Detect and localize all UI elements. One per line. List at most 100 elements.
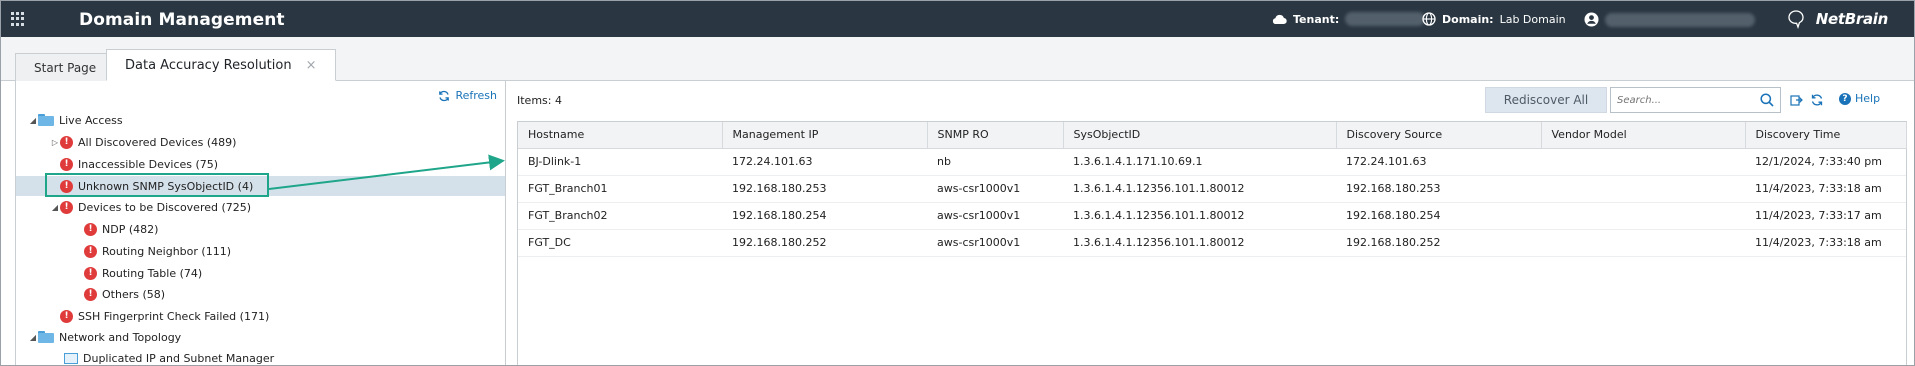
cell-sysobjectid: 1.3.6.1.4.1.171.10.69.1 bbox=[1063, 148, 1336, 176]
cell-vendor-model bbox=[1541, 175, 1745, 203]
column-header-sysobjectid[interactable]: SysObjectID bbox=[1063, 122, 1337, 149]
user-menu[interactable] bbox=[1584, 12, 1755, 27]
device-list-panel: Items: 4 Rediscover All ? Help Hostname … bbox=[507, 81, 1914, 365]
cell-snmp-ro: nb bbox=[927, 148, 1063, 176]
category-tree-panel: Refresh ◢ Live Access ▷ ! All Discovered… bbox=[15, 81, 506, 365]
cell-snmp-ro: aws-csr1000v1 bbox=[927, 202, 1063, 230]
rediscover-all-button[interactable]: Rediscover All bbox=[1485, 87, 1607, 113]
tree-item-network-and-topology[interactable]: ◢ Network and Topology bbox=[16, 327, 505, 347]
tree-item-label: Routing Table (74) bbox=[102, 266, 203, 280]
expanded-caret-icon[interactable]: ◢ bbox=[28, 116, 38, 125]
items-count: Items: 4 bbox=[517, 94, 562, 107]
assistant-icon[interactable] bbox=[1786, 9, 1806, 29]
table-row[interactable]: FGT_Branch01 192.168.180.253 aws-csr1000… bbox=[518, 175, 1906, 203]
tree-item-label: Devices to be Discovered (725) bbox=[78, 200, 252, 214]
cell-hostname: BJ-Dlink-1 bbox=[518, 148, 722, 176]
tree-item-others[interactable]: ! Others (58) bbox=[16, 284, 505, 304]
expanded-caret-icon[interactable]: ◢ bbox=[50, 203, 60, 212]
top-header: Domain Management Tenant: Domain: Lab Do… bbox=[1, 1, 1914, 37]
tab-label: Start Page bbox=[34, 60, 97, 75]
cell-sysobjectid: 1.3.6.1.4.1.12356.101.1.80012 bbox=[1063, 229, 1336, 257]
tree-item-ssh-fingerprint-check-failed[interactable]: ! SSH Fingerprint Check Failed (171) bbox=[16, 306, 505, 326]
help-link[interactable]: ? Help bbox=[1839, 92, 1880, 105]
export-icon[interactable] bbox=[1789, 93, 1803, 107]
tree-item-live-access[interactable]: ◢ Live Access bbox=[16, 110, 505, 130]
annotation-highlight-box bbox=[45, 173, 269, 197]
page-title: Domain Management bbox=[79, 10, 285, 30]
search-icon[interactable] bbox=[1760, 93, 1774, 107]
collapsed-caret-icon[interactable]: ▷ bbox=[50, 138, 60, 147]
domain-selector[interactable]: Domain: Lab Domain bbox=[1422, 12, 1566, 26]
error-icon: ! bbox=[60, 157, 73, 171]
cell-discovery-time: 11/4/2023, 7:33:17 am bbox=[1745, 202, 1906, 230]
error-icon: ! bbox=[84, 287, 97, 301]
tree-item-inaccessible-devices[interactable]: ! Inaccessible Devices (75) bbox=[16, 154, 505, 174]
column-header-discovery-time[interactable]: Discovery Time bbox=[1745, 122, 1907, 149]
column-header-vendor-model[interactable]: Vendor Model bbox=[1541, 122, 1746, 149]
search-input[interactable] bbox=[1617, 94, 1747, 106]
refresh-button[interactable]: Refresh bbox=[438, 89, 497, 102]
tree-item-duplicated-ip-and-subnet-manager[interactable]: Duplicated IP and Subnet Manager bbox=[16, 348, 505, 365]
tab-label: Data Accuracy Resolution bbox=[125, 57, 292, 73]
tree-item-routing-neighbor[interactable]: ! Routing Neighbor (111) bbox=[16, 241, 505, 261]
username-redacted bbox=[1605, 12, 1755, 27]
cell-management-ip: 172.24.101.63 bbox=[722, 148, 927, 176]
domain-label: Domain: bbox=[1442, 12, 1494, 26]
cell-sysobjectid: 1.3.6.1.4.1.12356.101.1.80012 bbox=[1063, 175, 1336, 203]
cell-management-ip: 192.168.180.254 bbox=[722, 202, 927, 230]
cell-vendor-model bbox=[1541, 148, 1745, 176]
cell-sysobjectid: 1.3.6.1.4.1.12356.101.1.80012 bbox=[1063, 202, 1336, 230]
help-icon: ? bbox=[1839, 92, 1851, 105]
tab-start-page[interactable]: Start Page bbox=[15, 53, 116, 81]
tab-data-accuracy-resolution[interactable]: Data Accuracy Resolution × bbox=[106, 49, 336, 81]
cell-discovery-time: 11/4/2023, 7:33:18 am bbox=[1745, 229, 1906, 257]
search-box[interactable] bbox=[1610, 87, 1781, 113]
column-header-discovery-source[interactable]: Discovery Source bbox=[1336, 122, 1542, 149]
expanded-caret-icon[interactable]: ◢ bbox=[28, 333, 38, 342]
tab-bar: Start Page Data Accuracy Resolution × bbox=[1, 37, 1914, 81]
tree-item-ndp[interactable]: ! NDP (482) bbox=[16, 219, 505, 239]
cell-vendor-model bbox=[1541, 202, 1745, 230]
tenant-label: Tenant: bbox=[1293, 12, 1340, 26]
tree-item-devices-to-be-discovered[interactable]: ◢ ! Devices to be Discovered (725) bbox=[16, 197, 505, 217]
refresh-label: Refresh bbox=[455, 89, 497, 102]
cell-discovery-source: 192.168.180.254 bbox=[1336, 202, 1541, 230]
help-label: Help bbox=[1855, 92, 1881, 105]
table-row[interactable]: FGT_Branch02 192.168.180.254 aws-csr1000… bbox=[518, 202, 1906, 230]
domain-value: Lab Domain bbox=[1499, 12, 1566, 26]
sync-icon[interactable] bbox=[1810, 93, 1824, 107]
cell-vendor-model bbox=[1541, 229, 1745, 257]
table-row[interactable]: BJ-Dlink-1 172.24.101.63 nb 1.3.6.1.4.1.… bbox=[518, 148, 1906, 176]
cell-discovery-source: 192.168.180.253 bbox=[1336, 175, 1541, 203]
cell-snmp-ro: aws-csr1000v1 bbox=[927, 175, 1063, 203]
table-row[interactable]: FGT_DC 192.168.180.252 aws-csr1000v1 1.3… bbox=[518, 229, 1906, 257]
tree-item-label: All Discovered Devices (489) bbox=[78, 135, 237, 149]
error-icon: ! bbox=[84, 222, 97, 236]
tree-item-label: Inaccessible Devices (75) bbox=[78, 157, 219, 171]
cell-hostname: FGT_Branch01 bbox=[518, 175, 722, 203]
cell-discovery-source: 192.168.180.252 bbox=[1336, 229, 1541, 257]
app-launcher-icon[interactable] bbox=[11, 12, 25, 26]
column-header-hostname[interactable]: Hostname bbox=[518, 122, 723, 149]
folder-icon bbox=[38, 114, 54, 126]
error-icon: ! bbox=[84, 266, 97, 280]
error-icon: ! bbox=[60, 200, 73, 214]
cell-management-ip: 192.168.180.252 bbox=[722, 229, 927, 257]
tree-item-routing-table[interactable]: ! Routing Table (74) bbox=[16, 263, 505, 283]
table-header-row: Hostname Management IP SNMP RO SysObject… bbox=[518, 122, 1907, 149]
tree-item-label: NDP (482) bbox=[102, 222, 159, 236]
tree-item-label: Routing Neighbor (111) bbox=[102, 244, 231, 258]
error-icon: ! bbox=[60, 135, 73, 149]
close-tab-icon[interactable]: × bbox=[306, 58, 317, 73]
column-header-snmp-ro[interactable]: SNMP RO bbox=[927, 122, 1064, 149]
tree-item-label: SSH Fingerprint Check Failed (171) bbox=[78, 309, 270, 323]
tenant-selector[interactable]: Tenant: bbox=[1271, 12, 1426, 26]
column-header-management-ip[interactable]: Management IP bbox=[722, 122, 928, 149]
user-icon bbox=[1584, 12, 1599, 27]
tree-item-label: Duplicated IP and Subnet Manager bbox=[83, 351, 275, 365]
tree-item-all-discovered-devices[interactable]: ▷ ! All Discovered Devices (489) bbox=[16, 132, 505, 152]
cell-discovery-time: 11/4/2023, 7:33:18 am bbox=[1745, 175, 1906, 203]
tree-item-label: Others (58) bbox=[102, 287, 166, 301]
cell-discovery-source: 172.24.101.63 bbox=[1336, 148, 1541, 176]
refresh-icon bbox=[439, 90, 450, 101]
